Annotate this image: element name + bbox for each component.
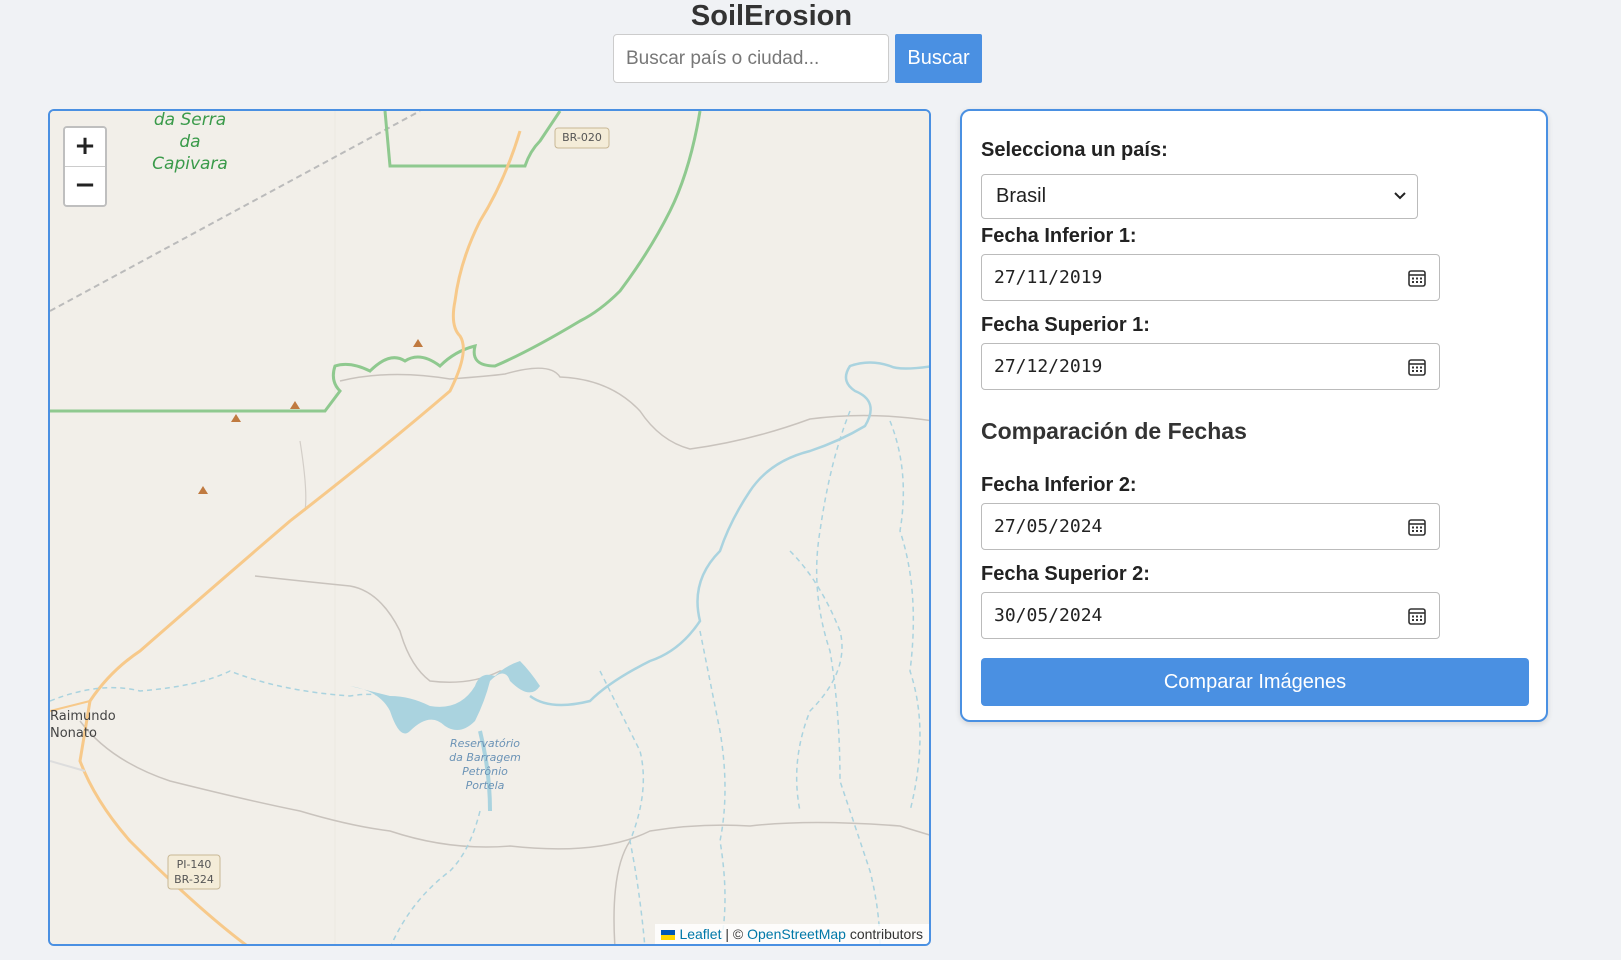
comparison-section-title: Comparación de Fechas	[981, 418, 1247, 444]
park-label-line1: da Serra	[153, 110, 227, 130]
park-label-line2: da Capivara	[152, 132, 228, 174]
map-view[interactable]: da Serra da Capivara Raimundo Nonato Res…	[48, 109, 931, 946]
reservoir-label-line4: Portela	[465, 779, 505, 792]
town-label-line1: Raimundo	[50, 709, 116, 724]
app-page: SoilErosion Buscar país o ciudad... Busc…	[0, 0, 1621, 960]
lower-date-2-value: 27/05/2024	[994, 516, 1103, 537]
town-label-line2: Nonato	[50, 726, 97, 741]
osm-link[interactable]: OpenStreetMap	[747, 926, 846, 942]
upper-date-2-value: 30/05/2024	[994, 605, 1103, 626]
lower-date-1-value: 27/11/2019	[994, 267, 1103, 288]
leaflet-link[interactable]: Leaflet	[679, 926, 721, 942]
search-input[interactable]	[613, 34, 889, 83]
country-selected-value: Brasil	[996, 185, 1047, 207]
zoom-in-button[interactable]: +	[65, 128, 105, 166]
road-shield-pi140: PI-140	[176, 858, 212, 871]
zoom-control: + −	[63, 126, 107, 207]
calendar-icon[interactable]	[1407, 606, 1427, 626]
reservoir-label-line3: Petrônio	[462, 765, 508, 778]
page-title: SoilErosion	[690, 0, 853, 32]
road-shield-br324: BR-324	[174, 873, 214, 886]
map-attribution: Leaflet | © OpenStreetMap contributors	[655, 924, 929, 944]
lower-date-1-input[interactable]: 27/11/2019	[981, 254, 1440, 301]
lower-date-2-input[interactable]: 27/05/2024	[981, 503, 1440, 550]
calendar-icon[interactable]	[1407, 357, 1427, 377]
map-tiles	[50, 111, 929, 944]
search-button[interactable]: Buscar	[895, 34, 982, 83]
road-shield-br020: BR-020	[562, 131, 602, 144]
ukraine-flag-icon	[661, 930, 676, 940]
upper-date-2-label: Fecha Superior 2:	[981, 563, 1150, 585]
reservoir-label-line2: da Barragem	[449, 751, 521, 764]
attribution-suffix: contributors	[845, 926, 923, 942]
upper-date-1-input[interactable]: 27/12/2019	[981, 343, 1440, 390]
attribution-separator: | ©	[721, 926, 748, 942]
country-label: Selecciona un país:	[981, 139, 1168, 161]
search-bar: Buscar	[613, 34, 982, 84]
reservoir-label-line1: Reservatório	[449, 737, 521, 750]
upper-date-1-label: Fecha Superior 1:	[981, 314, 1150, 336]
upper-date-2-input[interactable]: 30/05/2024	[981, 592, 1440, 639]
zoom-out-button[interactable]: −	[65, 166, 105, 205]
chevron-down-icon	[1394, 192, 1406, 200]
compare-images-button[interactable]: Comparar Imágenes	[981, 658, 1529, 706]
controls-panel: Selecciona un país: Brasil Fecha Inferio…	[960, 109, 1548, 722]
upper-date-1-value: 27/12/2019	[994, 356, 1103, 377]
calendar-icon[interactable]	[1407, 268, 1427, 288]
lower-date-1-label: Fecha Inferior 1:	[981, 225, 1137, 247]
lower-date-2-label: Fecha Inferior 2:	[981, 474, 1137, 496]
calendar-icon[interactable]	[1407, 517, 1427, 537]
country-select[interactable]: Brasil	[981, 174, 1418, 219]
